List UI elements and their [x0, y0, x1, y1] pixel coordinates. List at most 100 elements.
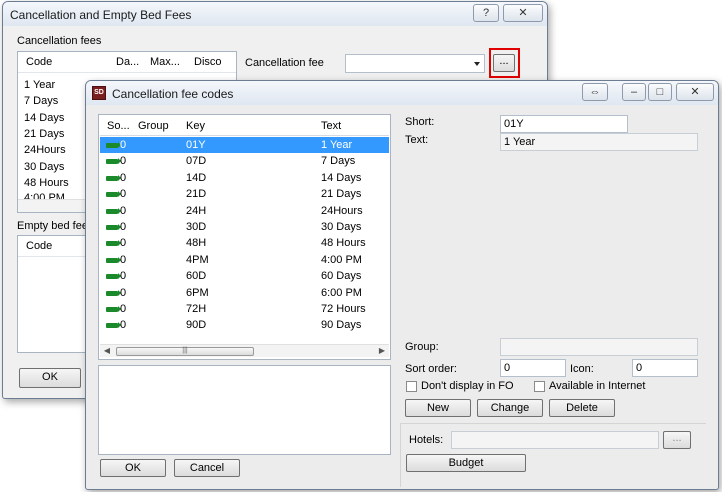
- table-row[interactable]: 0 30D 30 Days: [100, 219, 389, 235]
- maximize-icon: □: [656, 86, 664, 98]
- cell-text: 90 Days: [321, 319, 362, 332]
- list-item[interactable]: 24Hours: [24, 144, 66, 156]
- scroll-left-icon[interactable]: ◀: [100, 345, 114, 357]
- list-item[interactable]: 48 Hours: [24, 177, 69, 189]
- cancellation-fee-ellipsis-button[interactable]: ...: [493, 54, 515, 72]
- cell-sort: 0: [120, 270, 127, 283]
- cell-sort: 0: [120, 139, 127, 151]
- cell-text: 48 Hours: [321, 237, 366, 250]
- minimize-icon: –: [630, 86, 638, 98]
- hotels-field[interactable]: [451, 431, 659, 449]
- cell-key: 07D: [186, 155, 207, 168]
- change-button[interactable]: Change: [477, 399, 543, 417]
- arrow-right-icon: [106, 256, 121, 263]
- icon-label: Icon:: [570, 363, 594, 375]
- table-row[interactable]: 0 4PM 4:00 PM: [100, 252, 389, 268]
- list-item[interactable]: 14 Days: [24, 112, 64, 124]
- details-box: [98, 365, 391, 455]
- cell-text: 14 Days: [321, 171, 362, 184]
- sort-order-field[interactable]: 0: [500, 359, 566, 377]
- fee-codes-grid[interactable]: So... Group Key Text 0 01Y 1 Year 0 07D 7 Day…: [98, 114, 391, 360]
- table-row[interactable]: 0 21D 21 Days: [100, 186, 389, 202]
- cell-key: 4PM: [186, 253, 209, 266]
- arrow-right-icon: [106, 224, 121, 230]
- cancellation-fee-codes-window: SD Cancellation fee codes ⇔ – □ ✕ So... …: [85, 80, 719, 490]
- table-row[interactable]: 0 72H 72 Hours: [100, 301, 389, 317]
- cell-text: 7 Days: [321, 155, 356, 168]
- cell-key: 30D: [186, 221, 207, 233]
- table-row[interactable]: 0 24H 24Hours: [100, 203, 389, 219]
- cell-sort: 0: [120, 204, 127, 217]
- arrow-right-icon: [106, 289, 121, 296]
- cancellation-fee-label: Cancellation fee: [245, 57, 324, 69]
- back-window-titlebar: Cancellation and Empty Bed Fees ? ✕: [3, 2, 547, 26]
- table-row[interactable]: 0 90D 90 Days: [100, 317, 389, 333]
- minimize-button[interactable]: –: [622, 83, 646, 101]
- checkbox-box[interactable]: [534, 380, 545, 392]
- arrow-right-icon: [106, 240, 121, 247]
- grid-horizontal-scrollbar[interactable]: ◀ ||| ▶: [100, 344, 389, 357]
- hotels-ellipsis-button[interactable]: ...: [663, 431, 691, 449]
- table-row[interactable]: 0 48H 48 Hours: [100, 235, 389, 251]
- scroll-right-icon[interactable]: ▶: [375, 345, 389, 357]
- empty-bed-column-code[interactable]: Code: [26, 240, 52, 252]
- column-key[interactable]: Key: [186, 120, 205, 132]
- cell-text: 24Hours: [321, 204, 363, 217]
- delete-button[interactable]: Delete: [549, 399, 615, 417]
- front-close-button[interactable]: ✕: [676, 83, 714, 101]
- dont-display-in-fo-checkbox[interactable]: Don't display in FO: [406, 380, 514, 392]
- text-field[interactable]: 1 Year: [500, 133, 698, 151]
- sort-order-label: Sort order:: [405, 363, 457, 375]
- cell-text: 30 Days: [321, 221, 362, 233]
- checkbox-box[interactable]: [406, 380, 417, 392]
- cell-key: 72H: [186, 303, 207, 315]
- column-sort[interactable]: So...: [107, 120, 130, 132]
- empty-bed-fees-label: Empty bed fees: [17, 220, 94, 232]
- back-ok-button[interactable]: OK: [19, 368, 81, 388]
- new-button[interactable]: New: [405, 399, 471, 417]
- available-in-internet-checkbox[interactable]: Available in Internet: [534, 380, 645, 392]
- column-group[interactable]: Group: [138, 120, 169, 132]
- grid-header: So... Group Key Text: [100, 116, 389, 136]
- cell-sort: 0: [120, 253, 127, 266]
- cell-sort: 0: [120, 303, 127, 315]
- column-max[interactable]: Max...: [150, 56, 180, 68]
- table-row[interactable]: 0 07D 7 Days: [100, 153, 389, 169]
- back-close-button[interactable]: ✕: [503, 4, 543, 22]
- column-text[interactable]: Text: [321, 120, 341, 132]
- scroll-thumb[interactable]: |||: [116, 347, 254, 356]
- cell-key: 90D: [186, 319, 207, 332]
- resize-arrows-icon: ⇔: [589, 86, 601, 98]
- hotels-label: Hotels:: [409, 434, 444, 446]
- budget-button[interactable]: Budget: [406, 454, 526, 472]
- cell-sort: 0: [120, 221, 127, 233]
- list-item[interactable]: 1 Year: [24, 79, 55, 91]
- short-field[interactable]: 01Y: [500, 115, 628, 133]
- cell-key: 24H: [186, 204, 207, 217]
- table-row[interactable]: 0 14D 14 Days: [100, 170, 389, 186]
- icon-field[interactable]: 0: [632, 359, 698, 377]
- front-window-title: Cancellation fee codes: [112, 87, 234, 101]
- list-item[interactable]: 30 Days: [24, 161, 64, 173]
- arrow-right-icon: [106, 322, 121, 329]
- text-label: Text:: [405, 134, 429, 146]
- front-window-titlebar: SD Cancellation fee codes ⇔ – □ ✕: [86, 81, 718, 105]
- cell-key: 48H: [186, 237, 207, 250]
- table-row[interactable]: 0 01Y 1 Year: [100, 137, 389, 153]
- arrow-right-icon: [106, 158, 121, 165]
- cancellation-fee-select[interactable]: [345, 54, 485, 73]
- list-item[interactable]: 7 Days: [24, 95, 58, 107]
- table-row[interactable]: 0 60D 60 Days: [100, 268, 389, 284]
- resize-toggle-button[interactable]: ⇔: [582, 83, 608, 101]
- maximize-button[interactable]: □: [648, 83, 672, 101]
- front-ok-button[interactable]: OK: [100, 459, 166, 477]
- column-discount[interactable]: Disco: [194, 56, 222, 68]
- cell-sort: 0: [120, 188, 127, 201]
- group-field[interactable]: [500, 338, 698, 356]
- cancel-button[interactable]: Cancel: [174, 459, 240, 477]
- table-row[interactable]: 0 6PM 6:00 PM: [100, 285, 389, 301]
- list-item[interactable]: 21 Days: [24, 128, 64, 140]
- column-code[interactable]: Code: [26, 56, 52, 68]
- column-days[interactable]: Da...: [116, 56, 139, 68]
- help-button[interactable]: ?: [473, 4, 499, 22]
